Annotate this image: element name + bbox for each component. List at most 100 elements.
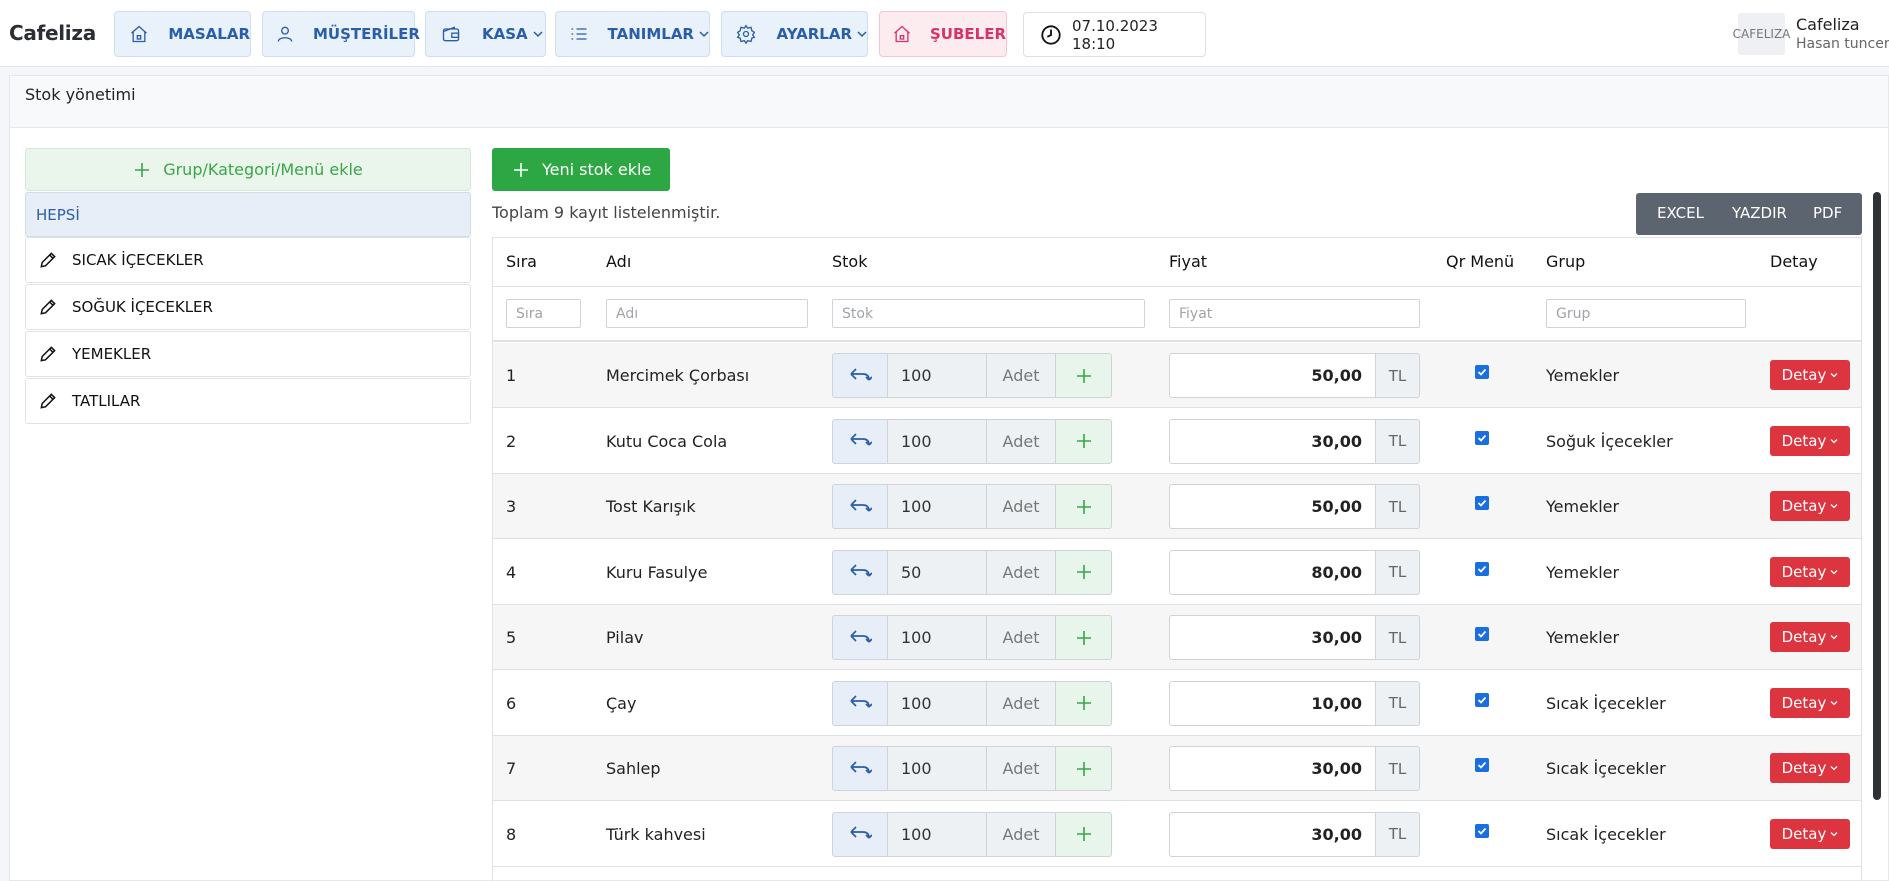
stock-transfer-button[interactable] xyxy=(832,484,888,529)
stock-quantity-field[interactable]: 100 xyxy=(888,353,987,398)
qr-menu-checkbox[interactable] xyxy=(1475,823,1489,838)
qr-menu-checkbox[interactable] xyxy=(1475,692,1489,707)
stock-transfer-button[interactable] xyxy=(832,549,888,595)
excel-button[interactable]: EXCEL xyxy=(1657,204,1704,222)
qr-menu-checkbox[interactable] xyxy=(1475,430,1489,445)
nav-tanimlar-button[interactable]: TANIMLAR xyxy=(555,11,710,57)
price-input-group: 50,00 TL xyxy=(1169,484,1420,529)
nav-musteriler-button[interactable]: MÜŞTERİLER xyxy=(262,11,420,57)
stock-quantity-field[interactable]: 50 xyxy=(888,549,987,595)
price-field[interactable]: 30,00 xyxy=(1169,811,1376,857)
qr-menu-checkbox[interactable] xyxy=(1475,365,1489,379)
header-sira[interactable]: Sıra xyxy=(506,238,537,286)
header-grup[interactable]: Grup xyxy=(1546,238,1585,286)
nav-masalar-button[interactable]: MASALAR xyxy=(114,11,251,57)
stock-add-button[interactable] xyxy=(1056,811,1112,857)
header-qr-menu[interactable]: Qr Menü xyxy=(1446,238,1514,286)
header-stok[interactable]: Stok xyxy=(832,238,867,286)
category-item[interactable]: TATLILAR xyxy=(25,378,471,424)
row-adi: Kuru Fasulye xyxy=(606,562,708,582)
pencil-icon[interactable] xyxy=(38,344,58,364)
filter-adi-input[interactable] xyxy=(606,299,808,328)
stock-transfer-button[interactable] xyxy=(832,418,888,464)
pencil-icon[interactable] xyxy=(38,391,58,411)
nav-kasa-button[interactable]: KASA xyxy=(425,11,546,57)
scrollbar[interactable] xyxy=(1873,192,1881,800)
currency-label: TL xyxy=(1376,549,1420,595)
detail-dropdown-button[interactable]: Detay xyxy=(1770,818,1850,849)
row-sira: 8 xyxy=(506,824,517,844)
qr-menu-checkbox[interactable] xyxy=(1475,561,1489,576)
qr-menu-checkbox[interactable] xyxy=(1475,758,1489,772)
header-adi[interactable]: Adı xyxy=(606,238,631,286)
filter-stok-input[interactable] xyxy=(832,299,1145,328)
row-sira: 6 xyxy=(506,693,517,713)
stock-transfer-button[interactable] xyxy=(832,811,888,857)
nav-subeler-button[interactable]: ŞUBELER xyxy=(879,11,1007,57)
detail-dropdown-button[interactable]: Detay xyxy=(1770,687,1850,718)
category-item[interactable]: YEMEKLER xyxy=(25,331,471,377)
price-field[interactable]: 30,00 xyxy=(1169,418,1376,464)
price-field[interactable]: 30,00 xyxy=(1169,746,1376,791)
header-fiyat[interactable]: Fiyat xyxy=(1169,238,1207,286)
brand-logo[interactable]: Cafeliza xyxy=(9,21,96,45)
stock-quantity-field[interactable]: 100 xyxy=(888,811,987,857)
table-row: 7 Sahlep 100 Adet 30,00 TL Sıcak İçecekler Deta… xyxy=(493,736,1861,801)
stock-quantity-field[interactable]: 100 xyxy=(888,746,987,791)
detail-dropdown-button[interactable]: Detay xyxy=(1770,556,1850,587)
add-group-button[interactable]: Grup/Kategori/Menü ekle xyxy=(25,148,471,191)
stock-add-button[interactable] xyxy=(1056,418,1112,464)
stock-quantity-field[interactable]: 100 xyxy=(888,418,987,464)
stock-input-group: 50 Adet xyxy=(832,549,1112,595)
table-row: 2 Kutu Coca Cola 100 Adet 30,00 TL Soğuk İçece… xyxy=(493,408,1861,474)
stock-transfer-button[interactable] xyxy=(832,680,888,726)
category-item[interactable]: SOĞUK İÇECEKLER xyxy=(25,284,471,330)
qr-menu-checkbox[interactable] xyxy=(1475,496,1489,510)
new-stock-button[interactable]: Yeni stok ekle xyxy=(492,148,670,191)
stock-add-button[interactable] xyxy=(1056,549,1112,595)
detail-dropdown-button[interactable]: Detay xyxy=(1770,425,1850,456)
qr-menu-checkbox[interactable] xyxy=(1475,627,1489,641)
stock-add-button[interactable] xyxy=(1056,353,1112,398)
price-field[interactable]: 50,00 xyxy=(1169,353,1376,398)
price-input-group: 30,00 TL xyxy=(1169,615,1420,660)
filter-grup-input[interactable] xyxy=(1546,299,1746,328)
stock-transfer-button[interactable] xyxy=(832,746,888,791)
detail-dropdown-button[interactable]: Detay xyxy=(1770,491,1850,521)
detail-dropdown-button[interactable]: Detay xyxy=(1770,753,1850,783)
home-icon xyxy=(127,21,150,47)
stock-transfer-button[interactable] xyxy=(832,615,888,660)
price-field[interactable]: 10,00 xyxy=(1169,680,1376,726)
price-field[interactable]: 30,00 xyxy=(1169,615,1376,660)
stock-quantity-field[interactable]: 100 xyxy=(888,484,987,529)
filter-fiyat-input[interactable] xyxy=(1169,299,1420,328)
detail-dropdown-button[interactable]: Detay xyxy=(1770,622,1850,652)
avatar[interactable]: CAFELIZA xyxy=(1733,13,1790,55)
detail-dropdown-button[interactable]: Detay xyxy=(1770,360,1850,390)
category-item-all[interactable]: HEPSİ xyxy=(25,192,471,237)
category-label: TATLILAR xyxy=(72,392,141,410)
filter-sira-input[interactable] xyxy=(506,299,581,328)
stock-add-button[interactable] xyxy=(1056,680,1112,726)
stock-transfer-button[interactable] xyxy=(832,353,888,398)
pencil-icon[interactable] xyxy=(38,297,58,317)
stock-add-button[interactable] xyxy=(1056,615,1112,660)
stock-add-button[interactable] xyxy=(1056,484,1112,529)
gear-icon xyxy=(734,21,759,47)
price-input-group: 50,00 TL xyxy=(1169,353,1420,398)
nav-label: AYARLAR xyxy=(776,25,852,43)
print-button[interactable]: YAZDIR xyxy=(1732,204,1787,222)
nav-ayarlar-button[interactable]: AYARLAR xyxy=(721,11,868,57)
stock-add-button[interactable] xyxy=(1056,746,1112,791)
pdf-button[interactable]: PDF xyxy=(1813,204,1842,222)
category-item[interactable]: SICAK İÇECEKLER xyxy=(25,237,471,283)
stock-input-group: 100 Adet xyxy=(832,353,1112,398)
stock-quantity-field[interactable]: 100 xyxy=(888,680,987,726)
currency-label: TL xyxy=(1376,746,1420,791)
user-name[interactable]: Cafeliza xyxy=(1796,15,1860,34)
price-field[interactable]: 80,00 xyxy=(1169,549,1376,595)
stock-quantity-field[interactable]: 100 xyxy=(888,615,987,660)
header-detay: Detay xyxy=(1770,252,1818,271)
pencil-icon[interactable] xyxy=(38,250,58,270)
price-field[interactable]: 50,00 xyxy=(1169,484,1376,529)
